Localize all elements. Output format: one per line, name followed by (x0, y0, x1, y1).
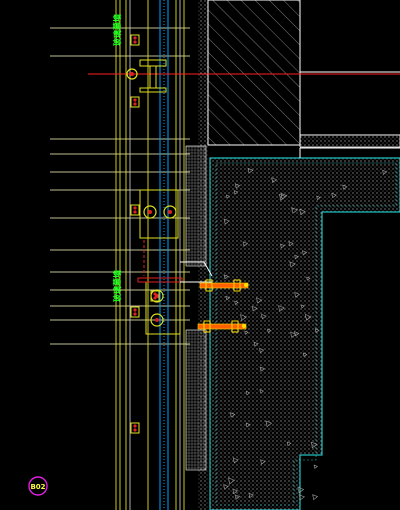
detail-marker: B02 (28, 476, 48, 496)
lower-seal-block (185, 329, 207, 471)
label-lower-vertical: 玻璃幕墙 (112, 270, 122, 302)
bolt-cluster (130, 204, 140, 216)
glass-panel (159, 0, 169, 510)
bolt-cluster (130, 96, 140, 108)
curtain-wall-section-drawing: 玻璃幕墙 玻璃幕墙 B02 (28, 0, 400, 510)
bolt-cluster (130, 422, 140, 434)
fire-seal-block (185, 145, 207, 267)
mullion-joint-upper (139, 189, 179, 239)
detail-marker-label: B02 (30, 483, 45, 491)
bolt-cluster (130, 306, 140, 318)
mullion-bolts (130, 34, 160, 434)
bolt-cluster (130, 34, 140, 46)
label-upper-vertical: 玻璃幕墙 (112, 14, 122, 46)
